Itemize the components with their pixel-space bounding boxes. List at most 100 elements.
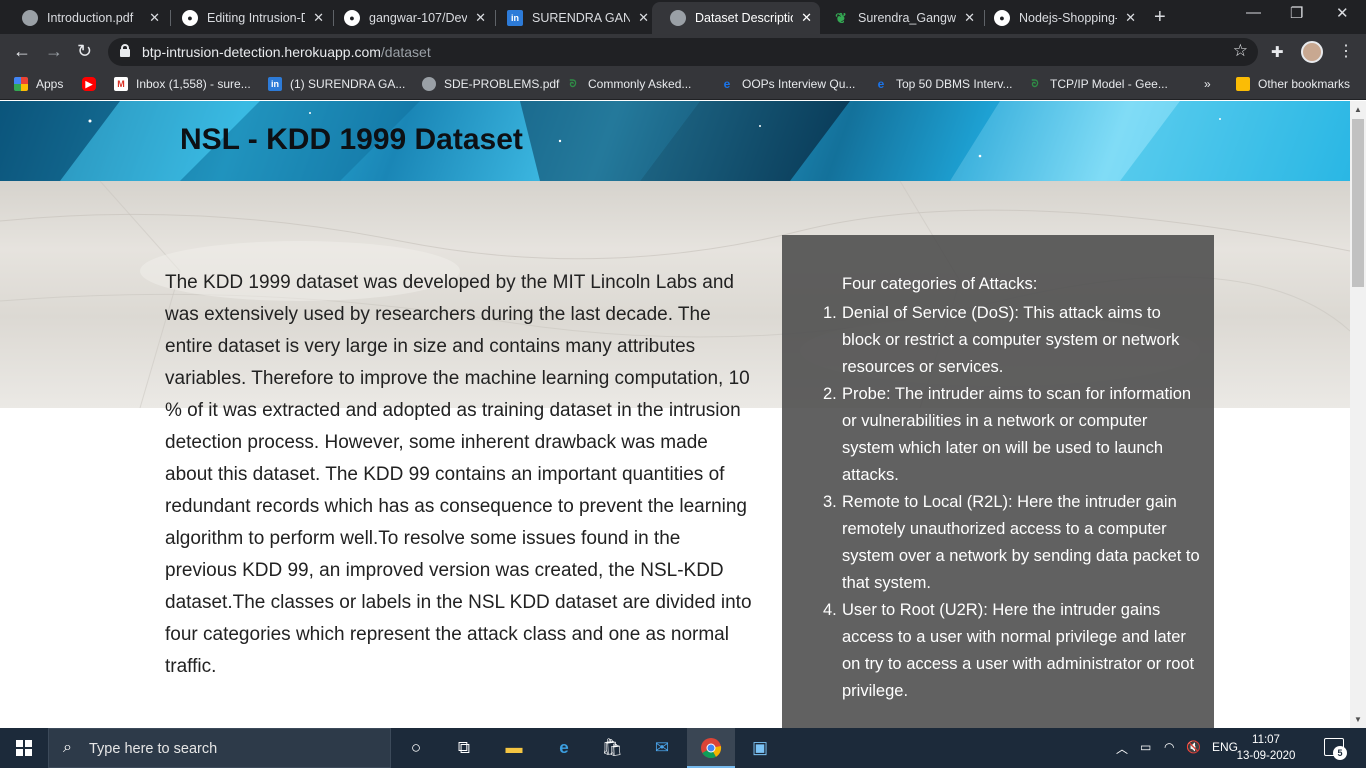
tab-title: Surendra_Gangwa — [858, 11, 957, 25]
address-bar[interactable]: btp-intrusion-detection.herokuapp.com/da… — [108, 38, 1258, 66]
page-title: NSL - KDD 1999 Dataset — [180, 123, 523, 156]
restore-button[interactable]: ❐ — [1290, 4, 1303, 22]
windows-start-icon[interactable] — [16, 740, 32, 756]
bookmark-label: Apps — [36, 77, 64, 91]
notification-count-badge: 5 — [1333, 746, 1347, 760]
github-icon: ● — [344, 10, 360, 26]
bookmark-label: (1) SURENDRA GA... — [290, 77, 406, 91]
minimize-button[interactable]: — — [1246, 4, 1261, 21]
bookmark-dbms-interview[interactable]: e Top 50 DBMS Interv... — [874, 77, 1013, 91]
page-scrollbar[interactable]: ▲ ▼ — [1350, 101, 1366, 728]
bookmark-linkedin[interactable]: in (1) SURENDRA GA... — [268, 77, 405, 91]
tab-title: Introduction.pdf — [47, 11, 134, 25]
bookmark-sde-problems[interactable]: SDE-PROBLEMS.pdf — [422, 77, 559, 91]
search-icon: ⌕ — [63, 739, 72, 756]
dataset-intro-paragraph: The KDD 1999 dataset was developed by th… — [165, 272, 752, 677]
close-icon[interactable]: ✕ — [1125, 10, 1136, 26]
reload-button[interactable]: ↻ — [77, 40, 92, 62]
attack-item-text: User to Root (U2R): Here the intruder ga… — [842, 601, 1195, 700]
edge-icon[interactable]: e — [552, 736, 576, 760]
tray-chevron-icon[interactable]: ︿ — [1116, 740, 1128, 757]
task-view-icon[interactable]: ⧉ — [452, 736, 476, 760]
attack-categories-heading: Four categories of Attacks: — [842, 275, 1038, 293]
bookmark-label: OOPs Interview Qu... — [742, 77, 856, 91]
attack-item-r2l: 3. Remote to Local (R2L): Here the intru… — [800, 489, 1200, 597]
scroll-down-arrow-icon[interactable]: ▼ — [1354, 715, 1362, 724]
bookmark-label: SDE-PROBLEMS.pdf — [444, 77, 560, 91]
bookmark-commonly-asked[interactable]: ᘐ Commonly Asked... — [566, 77, 691, 91]
scroll-up-arrow-icon[interactable]: ▲ — [1354, 105, 1362, 114]
profile-avatar[interactable] — [1301, 41, 1323, 63]
bookmark-oops-interview[interactable]: e OOPs Interview Qu... — [720, 77, 856, 91]
scroll-thumb[interactable] — [1352, 119, 1364, 287]
other-bookmarks[interactable]: Other bookmarks — [1236, 77, 1350, 91]
close-icon[interactable]: ✕ — [475, 10, 486, 26]
linkedin-icon: in — [268, 77, 282, 91]
tab-dataset-description[interactable]: Dataset Descriptio ✕ — [652, 2, 820, 34]
bookmark-youtube[interactable]: ▶ — [82, 77, 104, 91]
tab-title: SURENDRA GANG — [532, 11, 631, 25]
tab-title: gangwar-107/Dev — [369, 11, 468, 25]
page-content: NSL - KDD 1999 Dataset The KDD 1999 data… — [0, 101, 1350, 728]
linkedin-icon: in — [507, 10, 523, 26]
edureka-icon: e — [723, 77, 731, 91]
taskbar-clock[interactable]: 11:07 13-09-2020 — [1234, 732, 1298, 764]
search-placeholder: Type here to search — [89, 741, 218, 757]
close-window-button[interactable]: ✕ — [1336, 4, 1349, 22]
tab-surendra-gangwar[interactable]: ❦ Surendra_Gangwa ✕ — [815, 2, 983, 34]
globe-icon — [670, 10, 686, 26]
store-icon[interactable]: 🛍 — [600, 736, 624, 760]
bookmarks-bar: Apps ▶ M Inbox (1,558) - sure... in (1) … — [0, 70, 1366, 100]
close-icon[interactable]: ✕ — [801, 10, 812, 26]
file-explorer-icon[interactable]: ▬ — [502, 736, 526, 760]
browser-toolbar: ← → ↻ btp-intrusion-detection.herokuapp.… — [0, 34, 1366, 70]
clock-date: 13-09-2020 — [1236, 750, 1296, 762]
cortana-icon[interactable]: ○ — [404, 736, 428, 760]
bookmarks-overflow-button[interactable]: » — [1204, 77, 1211, 91]
bookmark-inbox[interactable]: M Inbox (1,558) - sure... — [114, 77, 251, 91]
clock-time: 11:07 — [1252, 734, 1280, 746]
attack-categories-panel: Four categories of Attacks: 1. Denial of… — [782, 235, 1214, 728]
extensions-puzzle-icon[interactable]: ✚ — [1271, 43, 1284, 61]
browser-tab-strip: Introduction.pdf ✕ ● Editing Intrusion-D… — [0, 0, 1366, 34]
photos-icon[interactable]: ▣ — [748, 736, 772, 760]
chrome-logo — [701, 738, 722, 759]
wifi-icon[interactable]: ◠ — [1164, 740, 1174, 754]
tab-introduction[interactable]: Introduction.pdf ✕ — [4, 2, 168, 34]
attack-item-probe: 2. Probe: The intruder aims to scan for … — [800, 381, 1200, 489]
menu-kebab-icon[interactable]: ⋮ — [1338, 41, 1354, 61]
globe-icon — [22, 10, 38, 26]
tab-editing-intrusion[interactable]: ● Editing Intrusion-D ✕ — [164, 2, 332, 34]
lock-icon[interactable] — [120, 44, 130, 57]
tab-linkedin[interactable]: in SURENDRA GANG ✕ — [489, 2, 657, 34]
list-number: 4. — [823, 601, 837, 619]
url-text[interactable]: btp-intrusion-detection.herokuapp.com/da… — [142, 44, 431, 60]
battery-icon[interactable]: ▭ — [1140, 740, 1151, 754]
hero-banner: NSL - KDD 1999 Dataset — [0, 101, 1350, 181]
tab-nodejs-shopping[interactable]: ● Nodejs-Shopping- ✕ — [976, 2, 1144, 34]
attack-item-text: Probe: The intruder aims to scan for inf… — [842, 385, 1192, 484]
close-icon[interactable]: ✕ — [964, 10, 975, 26]
new-tab-button[interactable]: + — [1154, 6, 1166, 29]
github-icon: ● — [182, 10, 198, 26]
taskbar-search-box[interactable]: ⌕ Type here to search — [48, 728, 391, 768]
tab-gangwar-dev[interactable]: ● gangwar-107/Dev ✕ — [326, 2, 494, 34]
close-icon[interactable]: ✕ — [313, 10, 324, 26]
bookmark-tcp-ip-model[interactable]: ᘐ TCP/IP Model - Gee... — [1028, 77, 1167, 91]
bookmark-apps[interactable]: Apps — [14, 77, 63, 91]
bookmark-star-icon[interactable]: ☆ — [1233, 41, 1248, 61]
url-host: btp-intrusion-detection.herokuapp.com — [142, 44, 381, 60]
chrome-icon[interactable] — [699, 736, 723, 760]
bookmark-label: Commonly Asked... — [588, 77, 692, 91]
folder-icon — [1236, 77, 1250, 91]
forward-button[interactable]: → — [45, 40, 63, 62]
volume-muted-icon[interactable]: 🔇 — [1186, 740, 1201, 754]
close-icon[interactable]: ✕ — [149, 10, 160, 26]
mail-icon[interactable]: ✉ — [650, 736, 674, 760]
back-button[interactable]: ← — [13, 40, 31, 62]
list-number: 1. — [823, 304, 837, 322]
bookmark-label: Inbox (1,558) - sure... — [136, 77, 251, 91]
close-icon[interactable]: ✕ — [638, 10, 649, 26]
globe-icon — [422, 77, 436, 91]
attack-categories-list: 1. Denial of Service (DoS): This attack … — [800, 300, 1200, 705]
